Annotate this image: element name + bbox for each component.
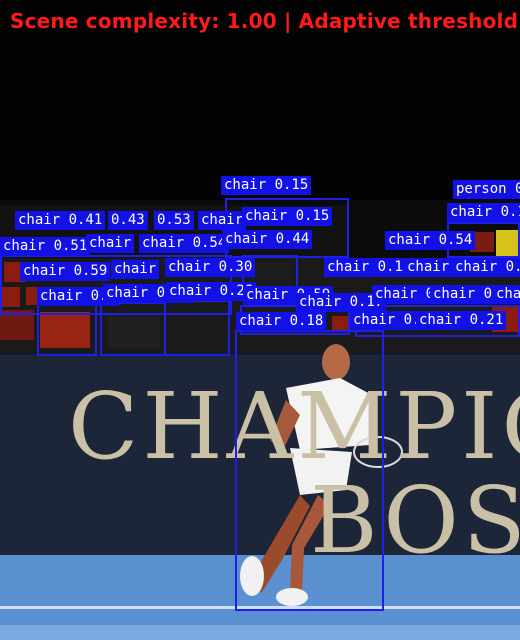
detection-label: chair 0.15 [324, 258, 415, 277]
detection-label: chair 0.15 [221, 176, 312, 195]
detection-label: 0.53 [154, 211, 194, 230]
detection-label: person 0. [453, 180, 520, 199]
detection-label: 0.43 [108, 211, 148, 230]
detection-label: chair 0.59 [20, 262, 111, 281]
detection-box-player [235, 330, 384, 611]
detection-label: chair 0.41 [15, 211, 106, 230]
detection-label: chair [198, 211, 247, 230]
detection-label: chair [111, 260, 160, 279]
detection-label: chair [493, 285, 520, 304]
detection-label: chair 0.30 [165, 258, 256, 277]
detection-label: chair 0.44 [222, 230, 313, 249]
detection-label: chair 0.51 [0, 237, 91, 256]
detection-label: chair 0.1 [447, 203, 520, 222]
detection-label: chair [86, 234, 135, 253]
detection-label: chair 0.15 [242, 207, 333, 226]
detection-label: chair 0.25 [452, 258, 520, 277]
detection-label: chair 0.54 [139, 234, 230, 253]
detection-label: chair 0.54 [385, 231, 476, 250]
scene-complexity-readout: Scene complexity: 1.00 | Adaptive thresh… [10, 9, 520, 33]
detection-label: chair 0.18 [236, 312, 327, 331]
detection-frame: CHAMPIO BOS person 0. chair 0.15 chair 0… [0, 0, 520, 640]
detection-label: chair 0.21 [416, 311, 507, 330]
